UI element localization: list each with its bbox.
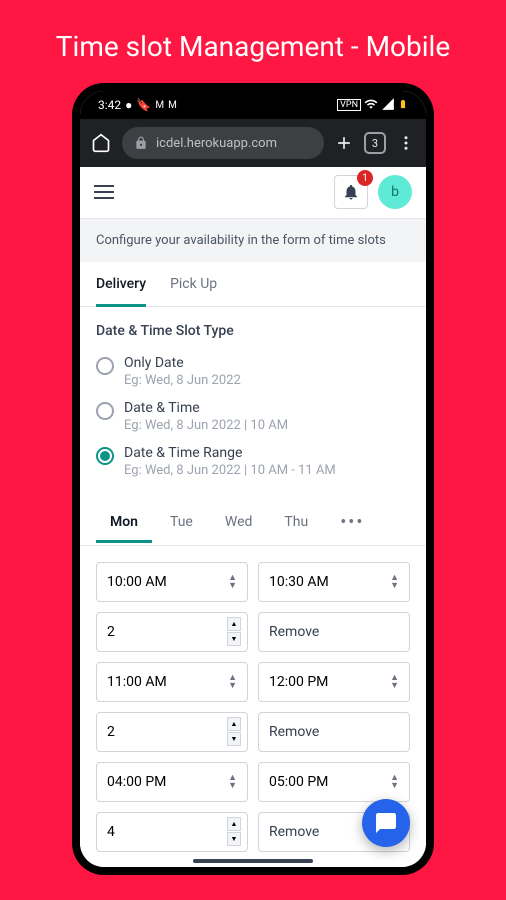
radio-icon bbox=[96, 447, 114, 465]
stepper-down-icon[interactable]: ▼ bbox=[227, 732, 241, 746]
radio-date-time-range[interactable]: Date & Time Range Eg: Wed, 8 Jun 2022 | … bbox=[96, 439, 410, 484]
url-text: icdel.herokuapp.com bbox=[156, 136, 277, 151]
stepper-down-icon[interactable]: ▼ bbox=[227, 832, 241, 846]
stepper-down-icon[interactable]: ▼ bbox=[227, 632, 241, 646]
tab-delivery[interactable]: Delivery bbox=[96, 262, 146, 306]
home-indicator bbox=[193, 859, 313, 863]
radio-only-date[interactable]: Only Date Eg: Wed, 8 Jun 2022 bbox=[96, 349, 410, 394]
wifi-icon bbox=[364, 97, 378, 114]
browser-bar: icdel.herokuapp.com 3 bbox=[80, 119, 426, 167]
stepper-up-icon[interactable]: ▲ bbox=[227, 617, 241, 631]
day-tab-thu[interactable]: Thu bbox=[270, 502, 322, 542]
radio-label: Date & Time bbox=[124, 400, 410, 416]
chevron-updown-icon: ▲▼ bbox=[390, 674, 399, 690]
quantity-stepper[interactable]: 2 ▲ ▼ bbox=[96, 612, 248, 652]
time-value: 10:30 AM bbox=[269, 574, 329, 590]
tab-pickup[interactable]: Pick Up bbox=[170, 262, 217, 306]
notification-dot-icon: ● bbox=[125, 98, 132, 112]
stepper-up-icon[interactable]: ▲ bbox=[227, 817, 241, 831]
info-banner: Configure your availability in the form … bbox=[80, 219, 426, 262]
start-time-select[interactable]: 04:00 PM ▲▼ bbox=[96, 762, 248, 802]
qty-value: 2 bbox=[107, 624, 115, 640]
chevron-updown-icon: ▲▼ bbox=[390, 574, 399, 590]
menu-icon[interactable] bbox=[94, 185, 114, 199]
start-time-select[interactable]: 11:00 AM ▲▼ bbox=[96, 662, 248, 702]
start-time-select[interactable]: 10:00 AM ▲▼ bbox=[96, 562, 248, 602]
radio-icon bbox=[96, 357, 114, 375]
qty-value: 2 bbox=[107, 724, 115, 740]
status-time: 3:42 bbox=[98, 98, 121, 112]
radio-label: Date & Time Range bbox=[124, 445, 410, 461]
radio-date-time[interactable]: Date & Time Eg: Wed, 8 Jun 2022 | 10 AM bbox=[96, 394, 410, 439]
main-tabs: Delivery Pick Up bbox=[80, 262, 426, 307]
day-tabs: Mon Tue Wed Thu ••• bbox=[80, 500, 426, 546]
chat-icon bbox=[374, 811, 398, 835]
battery-icon bbox=[398, 97, 408, 114]
vpn-icon: VPN bbox=[337, 99, 361, 111]
stepper-up-icon[interactable]: ▲ bbox=[227, 717, 241, 731]
time-value: 04:00 PM bbox=[107, 774, 166, 790]
app-header: 1 b bbox=[80, 167, 426, 219]
notification-badge: 1 bbox=[357, 170, 373, 186]
end-time-select[interactable]: 05:00 PM ▲▼ bbox=[258, 762, 410, 802]
slot-type-title: Date & Time Slot Type bbox=[80, 307, 426, 349]
day-tab-more[interactable]: ••• bbox=[326, 500, 378, 545]
radio-example: Eg: Wed, 8 Jun 2022 | 10 AM - 11 AM bbox=[124, 463, 410, 478]
radio-example: Eg: Wed, 8 Jun 2022 | 10 AM bbox=[124, 418, 410, 433]
gmail-icon: M bbox=[168, 100, 177, 111]
chevron-updown-icon: ▲▼ bbox=[228, 674, 237, 690]
day-tab-tue[interactable]: Tue bbox=[156, 502, 207, 542]
quantity-stepper[interactable]: 2 ▲ ▼ bbox=[96, 712, 248, 752]
signal-icon bbox=[381, 97, 395, 114]
chat-button[interactable] bbox=[362, 799, 410, 847]
tab-count[interactable]: 3 bbox=[364, 132, 386, 154]
time-value: 11:00 AM bbox=[107, 674, 167, 690]
radio-example: Eg: Wed, 8 Jun 2022 bbox=[124, 373, 410, 388]
page-title: Time slot Management - Mobile bbox=[0, 0, 506, 83]
status-bar: 3:42 ● 🔖 M M VPN bbox=[80, 91, 426, 119]
end-time-select[interactable]: 10:30 AM ▲▼ bbox=[258, 562, 410, 602]
day-tab-wed[interactable]: Wed bbox=[211, 502, 267, 542]
radio-icon bbox=[96, 402, 114, 420]
phone-screen: 3:42 ● 🔖 M M VPN bbox=[80, 91, 426, 867]
time-value: 05:00 PM bbox=[269, 774, 328, 790]
qty-value: 4 bbox=[107, 824, 115, 840]
remove-button[interactable]: Remove bbox=[258, 612, 410, 652]
bell-icon bbox=[342, 183, 360, 201]
home-icon[interactable] bbox=[90, 132, 112, 154]
radio-label: Only Date bbox=[124, 355, 410, 371]
gmail-icon: M bbox=[155, 100, 164, 111]
quantity-stepper[interactable]: 4 ▲ ▼ bbox=[96, 812, 248, 852]
bookmark-icon: 🔖 bbox=[136, 98, 151, 112]
remove-button[interactable]: Remove bbox=[258, 712, 410, 752]
time-value: 10:00 AM bbox=[107, 574, 167, 590]
slot-type-radio-group: Only Date Eg: Wed, 8 Jun 2022 Date & Tim… bbox=[80, 349, 426, 484]
time-value: 12:00 PM bbox=[269, 674, 328, 690]
day-tab-mon[interactable]: Mon bbox=[96, 502, 152, 542]
chevron-updown-icon: ▲▼ bbox=[390, 774, 399, 790]
phone-frame: 3:42 ● 🔖 M M VPN bbox=[72, 83, 434, 875]
end-time-select[interactable]: 12:00 PM ▲▼ bbox=[258, 662, 410, 702]
new-tab-icon[interactable] bbox=[334, 133, 354, 153]
more-icon[interactable] bbox=[396, 133, 416, 153]
url-bar[interactable]: icdel.herokuapp.com bbox=[122, 127, 324, 159]
chevron-updown-icon: ▲▼ bbox=[228, 574, 237, 590]
chevron-updown-icon: ▲▼ bbox=[228, 774, 237, 790]
notifications-button[interactable]: 1 bbox=[334, 175, 368, 209]
avatar[interactable]: b bbox=[378, 175, 412, 209]
lock-icon bbox=[134, 136, 148, 150]
